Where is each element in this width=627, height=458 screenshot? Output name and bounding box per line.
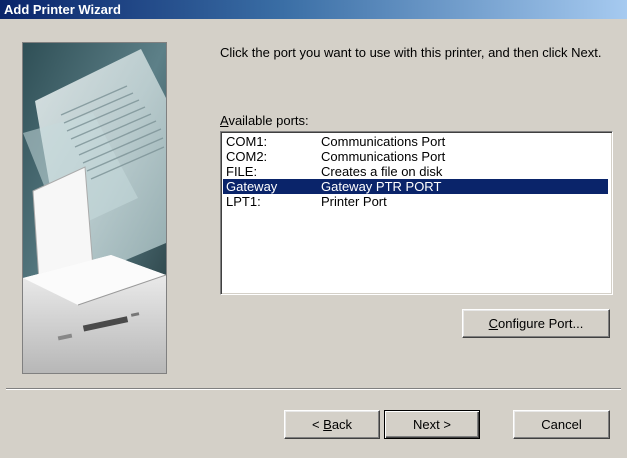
back-accelerator: B bbox=[323, 417, 332, 432]
ports-listbox[interactable]: COM1: Communications Port COM2: Communic… bbox=[220, 131, 613, 295]
port-description: Creates a file on disk bbox=[321, 164, 443, 179]
port-name: COM1: bbox=[226, 134, 268, 149]
back-prefix: < bbox=[311, 417, 324, 432]
window-title: Add Printer Wizard bbox=[4, 2, 121, 17]
cancel-button[interactable]: Cancel bbox=[513, 410, 610, 439]
configure-port-button[interactable]: Configure Port... bbox=[462, 309, 610, 338]
port-row-lpt1[interactable]: LPT1: Printer Port bbox=[223, 194, 608, 209]
port-name: FILE: bbox=[226, 164, 258, 179]
ports-label-text: vailable ports: bbox=[228, 113, 309, 128]
port-description: Gateway PTR PORT bbox=[321, 179, 442, 194]
printer-wizard-illustration bbox=[22, 42, 167, 374]
back-button-label: ack bbox=[331, 417, 353, 432]
available-ports-label: Available ports: bbox=[220, 113, 309, 129]
port-description: Printer Port bbox=[321, 194, 387, 209]
port-description: Communications Port bbox=[321, 149, 446, 164]
configure-accelerator: C bbox=[488, 316, 499, 331]
port-name: Gateway bbox=[226, 179, 278, 194]
footer-separator bbox=[6, 388, 621, 390]
port-row-file[interactable]: FILE: Creates a file on disk bbox=[223, 164, 608, 179]
port-name: LPT1: bbox=[226, 194, 261, 209]
port-row-gateway[interactable]: Gateway Gateway PTR PORT bbox=[223, 179, 608, 194]
next-button[interactable]: Next > bbox=[384, 410, 480, 439]
instruction-text: Click the port you want to use with this… bbox=[220, 45, 602, 60]
back-button[interactable]: < Back bbox=[284, 410, 380, 439]
configure-button-label: onfigure Port... bbox=[498, 316, 584, 331]
port-row-com1[interactable]: COM1: Communications Port bbox=[223, 134, 608, 149]
title-bar[interactable]: Add Printer Wizard bbox=[0, 0, 627, 19]
printer-illustration-icon bbox=[23, 43, 166, 373]
port-row-com2[interactable]: COM2: Communications Port bbox=[223, 149, 608, 164]
port-name: COM2: bbox=[226, 149, 268, 164]
add-printer-wizard-window: Add Printer Wizard Click the port you wa… bbox=[0, 0, 627, 458]
port-description: Communications Port bbox=[321, 134, 446, 149]
